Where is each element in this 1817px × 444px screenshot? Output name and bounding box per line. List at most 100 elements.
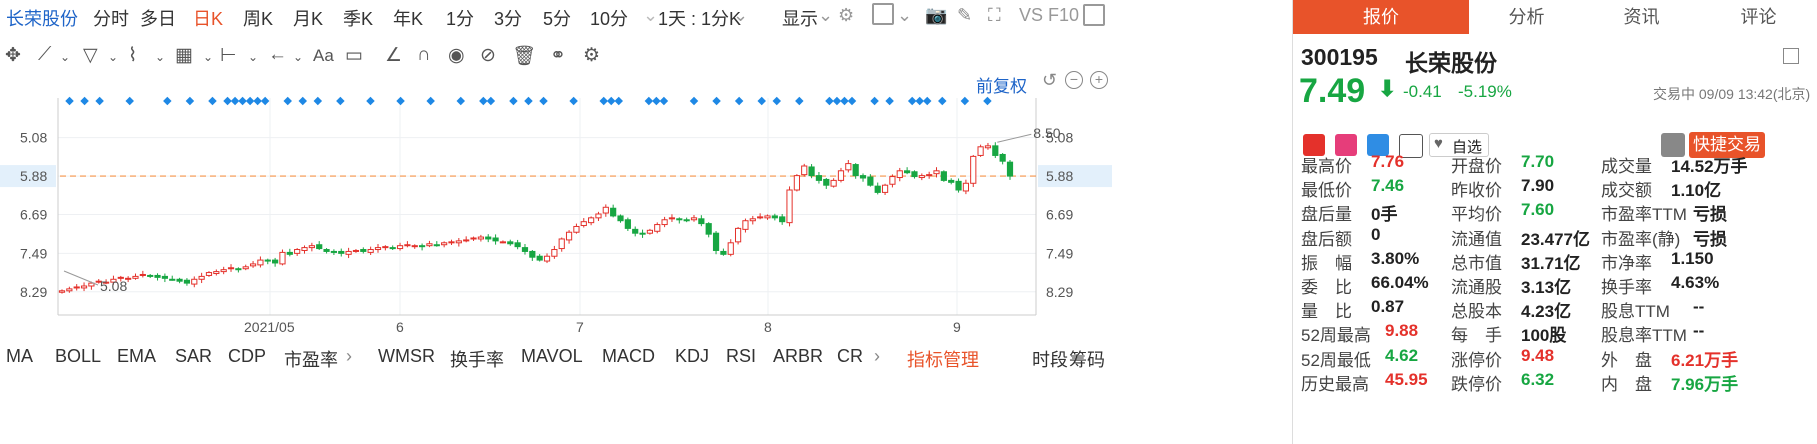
candle-body[interactable] xyxy=(139,273,146,276)
candle-body[interactable] xyxy=(837,170,845,181)
period-select-chevron-icon[interactable]: ⌄ xyxy=(733,5,748,26)
candle-body[interactable] xyxy=(727,242,734,255)
candle-body[interactable] xyxy=(786,189,793,224)
candle-body[interactable] xyxy=(661,219,668,226)
candle-body[interactable] xyxy=(360,249,367,252)
eye-icon[interactable]: ◉ xyxy=(448,44,465,67)
indicator-cdp[interactable]: CDP xyxy=(228,346,266,367)
candle-body[interactable] xyxy=(543,255,551,262)
candle-body[interactable] xyxy=(198,275,205,280)
candle-body[interactable] xyxy=(830,179,837,187)
event-marker-diamond[interactable] xyxy=(313,96,323,106)
settings-gear-icon[interactable]: ⚙ xyxy=(838,5,854,26)
event-marker-diamond[interactable] xyxy=(960,96,970,106)
candle-body[interactable] xyxy=(881,184,889,193)
event-marker-diamond[interactable] xyxy=(539,96,548,106)
candle-body[interactable] xyxy=(242,266,249,270)
measure-tool-icon[interactable]: ⊢ xyxy=(220,44,237,67)
period-tab-monthly[interactable]: 月K xyxy=(293,5,323,31)
candle-body[interactable] xyxy=(896,170,903,179)
period-select[interactable]: 1天 : 1分K xyxy=(658,5,741,31)
candle-body[interactable] xyxy=(80,285,88,289)
candle-body[interactable] xyxy=(147,274,154,277)
candle-body[interactable] xyxy=(705,223,712,235)
event-marker-diamond[interactable] xyxy=(208,96,217,106)
candle-body[interactable] xyxy=(815,175,823,181)
period-tab-yearly[interactable]: 年K xyxy=(393,5,423,31)
indicator-arbr[interactable]: ARBR xyxy=(773,346,823,367)
arrow-tool-icon[interactable]: ← xyxy=(268,44,287,66)
event-marker-diamond[interactable] xyxy=(163,96,172,106)
line-tool-chevron-icon[interactable]: ⌄ xyxy=(60,50,70,64)
candle-body[interactable] xyxy=(374,247,382,251)
candle-body[interactable] xyxy=(404,244,411,247)
candle-body[interactable] xyxy=(514,242,521,248)
candle-body[interactable] xyxy=(191,278,198,285)
reset-icon[interactable]: ↺ xyxy=(1042,70,1057,91)
event-marker-diamond[interactable] xyxy=(614,96,624,106)
event-marker-diamond[interactable] xyxy=(509,96,518,106)
zoom-in-icon[interactable]: + xyxy=(1090,71,1108,89)
candle-body[interactable] xyxy=(161,275,168,279)
candle-body[interactable] xyxy=(499,241,507,244)
period-tab-daily[interactable]: 日K xyxy=(193,5,223,31)
indicator-macd[interactable]: MACD xyxy=(602,346,655,367)
period-tab-5min[interactable]: 5分 xyxy=(543,5,571,31)
indicator-mavol[interactable]: MAVOL xyxy=(521,346,583,367)
event-marker-diamond[interactable] xyxy=(260,96,270,106)
candle-body[interactable] xyxy=(485,236,492,240)
event-marker-diamond[interactable] xyxy=(832,96,842,106)
kline-chart[interactable]: 8.29 8.29 7.49 7.49 6.69 6.69 5.88 5.88 5.08 5.08… xyxy=(0,90,1112,340)
event-marker-diamond[interactable] xyxy=(366,96,375,106)
candle-body[interactable] xyxy=(823,178,830,186)
event-marker-diamond[interactable] xyxy=(599,96,608,106)
candle-body[interactable] xyxy=(264,259,271,262)
event-marker-diamond[interactable] xyxy=(652,96,661,106)
fullscreen-icon[interactable]: ⛶ xyxy=(988,5,1001,26)
session-button[interactable]: 时段 xyxy=(1032,346,1068,372)
event-marker-diamond[interactable] xyxy=(847,96,857,106)
candle-body[interactable] xyxy=(536,255,543,261)
event-marker-diamond[interactable] xyxy=(253,96,262,106)
event-marker-diamond[interactable] xyxy=(223,96,232,106)
candle-body[interactable] xyxy=(779,216,786,223)
wave-tool-chevron-icon[interactable]: ⌄ xyxy=(155,50,165,64)
candle-body[interactable] xyxy=(610,207,617,217)
candle-body[interactable] xyxy=(308,245,315,249)
candle-body[interactable] xyxy=(220,269,227,273)
checkbox-icon[interactable] xyxy=(872,3,894,25)
event-marker-diamond[interactable] xyxy=(95,96,104,106)
event-marker-diamond[interactable] xyxy=(840,96,849,106)
comment-tool-icon[interactable]: ▭ xyxy=(345,44,363,67)
candle-body[interactable] xyxy=(889,176,896,185)
candle-body[interactable] xyxy=(984,145,992,149)
indicator-sar[interactable]: SAR xyxy=(175,346,212,367)
candle-body[interactable] xyxy=(529,250,536,258)
trash-icon[interactable]: 🗑 xyxy=(512,44,536,68)
candle-body[interactable] xyxy=(183,279,191,284)
candle-body[interactable] xyxy=(757,216,764,219)
candle-body[interactable] xyxy=(771,215,778,219)
candles[interactable] xyxy=(58,142,1014,294)
candle-body[interactable] xyxy=(992,145,999,156)
angle-tool-icon[interactable]: ∠ xyxy=(385,44,402,67)
compare-icon[interactable]: ⚭ xyxy=(550,44,566,67)
indicator-manage-button[interactable]: 指标管理 xyxy=(907,346,979,372)
candle-body[interactable] xyxy=(396,245,404,250)
candle-body[interactable] xyxy=(573,225,580,233)
display-chevron-icon[interactable]: ⌄ xyxy=(818,5,833,26)
period-tab-weekly[interactable]: 周K xyxy=(243,5,273,31)
candle-body[interactable] xyxy=(521,247,529,252)
event-marker-diamond[interactable] xyxy=(659,96,669,106)
event-marker-diamond[interactable] xyxy=(907,96,917,106)
event-marker-diamond[interactable] xyxy=(185,96,195,106)
event-markers[interactable] xyxy=(65,96,992,106)
period-tab-multiday[interactable]: 多日 xyxy=(140,5,176,31)
candle-body[interactable] xyxy=(154,274,161,278)
zoom-out-icon[interactable]: − xyxy=(1065,71,1083,89)
event-marker-diamond[interactable] xyxy=(486,96,496,106)
event-marker-diamond[interactable] xyxy=(885,96,894,106)
candle-body[interactable] xyxy=(940,171,947,181)
candle-body[interactable] xyxy=(1006,161,1014,177)
event-marker-diamond[interactable] xyxy=(456,96,466,106)
